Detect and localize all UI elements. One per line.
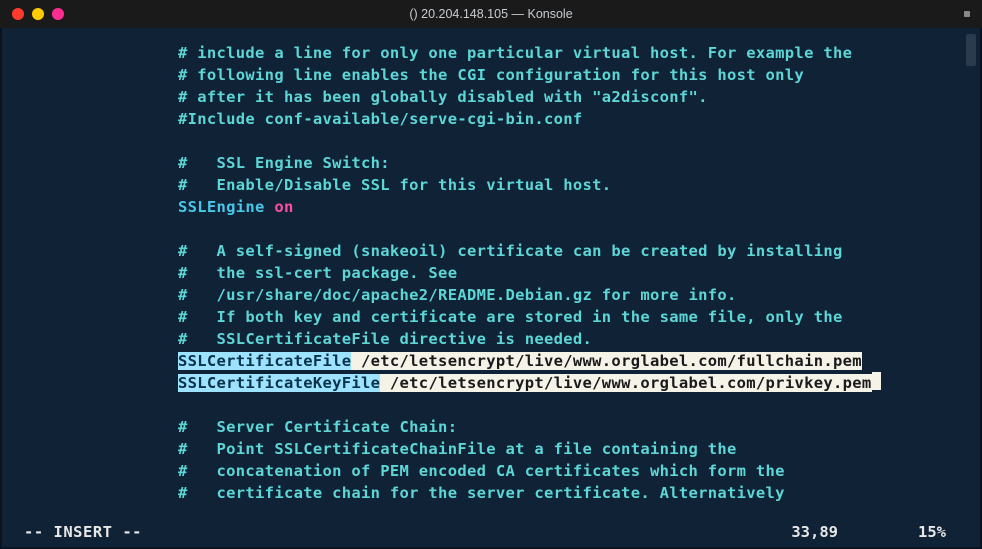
scroll-percent: 15% — [918, 521, 946, 543]
maximize-icon[interactable] — [52, 8, 64, 20]
text-cursor — [872, 372, 881, 390]
status-bar: -- INSERT -- 33,89 15% — [2, 521, 980, 543]
comment-line: # following line enables the CGI configu… — [178, 66, 804, 84]
window-title: () 20.204.148.105 — Konsole — [409, 3, 572, 25]
comment-line: # If both key and certificate are stored… — [178, 308, 843, 326]
comment-line: # concatenation of PEM encoded CA certif… — [178, 462, 785, 480]
cursor-position: 33,89 — [791, 521, 838, 543]
minimize-icon[interactable] — [32, 8, 44, 20]
directive-sslkeyfile: SSLCertificateKeyFile — [178, 374, 380, 392]
comment-line: #Include conf-available/serve-cgi-bin.co… — [178, 110, 583, 128]
comment-line: # certificate chain for the server certi… — [178, 484, 785, 502]
value-on: on — [274, 198, 293, 216]
terminal-viewport[interactable]: # include a line for only one particular… — [0, 28, 982, 549]
comment-line: # SSLCertificateFile directive is needed… — [178, 330, 592, 348]
comment-line: # include a line for only one particular… — [178, 44, 852, 62]
comment-line: # Server Certificate Chain: — [178, 418, 457, 436]
comment-line: # SSL Engine Switch: — [178, 154, 390, 172]
comment-line: # Point SSLCertificateChainFile at a fil… — [178, 440, 737, 458]
editor-mode: -- INSERT -- — [24, 521, 142, 543]
close-icon[interactable] — [12, 8, 24, 20]
directive-sslengine: SSLEngine — [178, 198, 265, 216]
scrollbar-thumb[interactable] — [966, 34, 976, 66]
titlebar: () 20.204.148.105 — Konsole — [0, 0, 982, 28]
path-fullchain: /etc/letsencrypt/live/www.orglabel.com/f… — [351, 352, 861, 370]
comment-line: # /usr/share/doc/apache2/README.Debian.g… — [178, 286, 737, 304]
comment-line: # the ssl-cert package. See — [178, 264, 457, 282]
window-controls — [12, 8, 64, 20]
comment-line: # A self-signed (snakeoil) certificate c… — [178, 242, 843, 260]
selected-line: SSLCertificateFile /etc/letsencrypt/live… — [178, 352, 862, 370]
directive-sslcertfile: SSLCertificateFile — [178, 352, 351, 370]
path-privkey: /etc/letsencrypt/live/www.orglabel.com/p… — [380, 374, 871, 392]
selected-line: SSLCertificateKeyFile /etc/letsencrypt/l… — [178, 374, 872, 392]
comment-line: # after it has been globally disabled wi… — [178, 88, 708, 106]
menu-icon[interactable] — [964, 11, 970, 17]
editor-content[interactable]: # include a line for only one particular… — [2, 42, 980, 504]
comment-line: # Enable/Disable SSL for this virtual ho… — [178, 176, 611, 194]
